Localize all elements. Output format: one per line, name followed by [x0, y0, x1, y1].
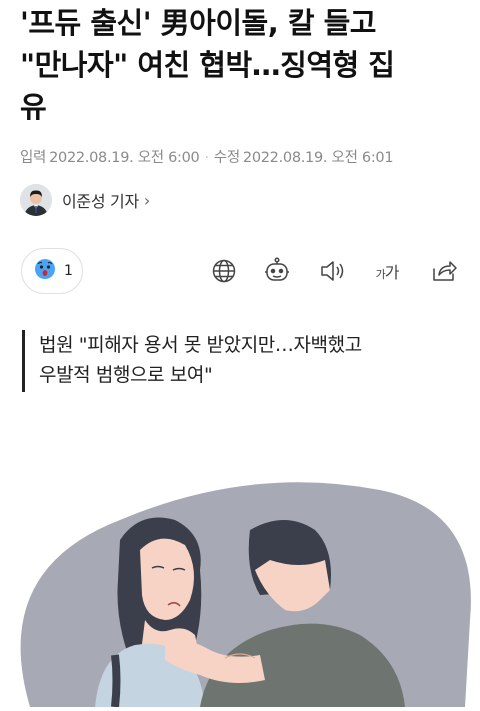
input-time: 2022.08.19. 오전 6:00: [49, 150, 200, 166]
subheading-line-1: 법원 "피해자 용서 못 받았지만…자백했고: [39, 334, 362, 356]
surprised-face-icon: [34, 258, 56, 284]
robot-icon[interactable]: [262, 256, 292, 286]
font-large-glyph: 가: [384, 263, 400, 282]
author-avatar: [20, 184, 52, 216]
meta-divider: ·: [204, 150, 209, 166]
input-label: 입력: [20, 150, 47, 166]
article-timestamps: 입력 2022.08.19. 오전 6:00 · 수정 2022.08.19. 오전 6…: [20, 146, 394, 167]
reaction-count: 1: [64, 263, 73, 279]
speaker-icon[interactable]: [317, 256, 347, 286]
author-name: 이준성 기자: [62, 192, 139, 211]
headline-line-2: "만나자" 여친 협박…징역형 집: [20, 48, 395, 82]
font-small-glyph: 가: [375, 268, 386, 281]
reaction-button[interactable]: 1: [21, 248, 83, 294]
subheading-line-2: 우발적 범행으로 보여": [39, 364, 213, 386]
edit-time: 2022.08.19. 오전 6:01: [242, 150, 394, 166]
article-illustration: [0, 420, 480, 708]
article-headline: '프듀 출신' 男아이돌, 칼 들고 "만나자" 여친 협박…징역형 집 유: [20, 2, 465, 128]
article-subheading: 법원 "피해자 용서 못 받았지만…자백했고 우발적 범행으로 보여": [22, 330, 362, 392]
headline-line-1: '프듀 출신' 男아이돌, 칼 들고: [20, 6, 376, 40]
font-size-icon[interactable]: 가가: [370, 256, 404, 286]
chevron-right-icon: ›: [143, 190, 151, 210]
headline-line-3: 유: [20, 90, 47, 124]
share-icon[interactable]: [429, 256, 459, 286]
globe-icon[interactable]: [209, 256, 239, 286]
edit-label: 수정: [213, 150, 240, 166]
author-link[interactable]: 이준성 기자 ›: [20, 183, 150, 217]
